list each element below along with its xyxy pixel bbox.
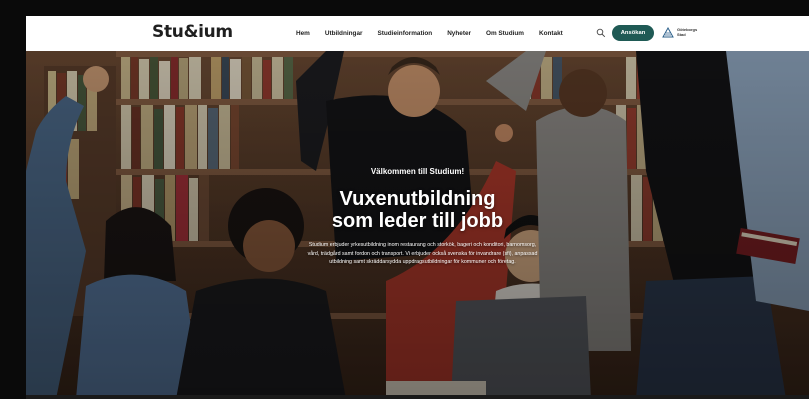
hero-headline-line1: Vuxenutbildning [339,188,496,210]
hero-welcome: Välkommen till Studium! [370,167,465,176]
nav-item-studieinformation[interactable]: Studieinformation [378,30,433,37]
search-icon[interactable] [596,28,606,38]
site-header: Stu&ium Hem Utbildningar Studieinformati… [26,16,809,51]
nav-item-hem[interactable]: Hem [296,30,310,37]
hero-lead: Studium erbjuder yrkesutbildning inom re… [307,242,538,266]
nav-item-nyheter[interactable]: Nyheter [447,30,471,37]
nav-item-kontakt[interactable]: Kontakt [539,30,563,37]
apply-button[interactable]: Ansökan [612,25,654,41]
hero-headline-line2: som leder till jobb [331,210,504,232]
main-nav: Hem Utbildningar Studieinformation Nyhet… [296,16,563,51]
website: Stu&ium Hem Utbildningar Studieinformati… [26,16,809,399]
hero-section: Välkommen till Studium! Vuxenutbildning … [26,51,809,399]
site-logo[interactable]: Stu&ium [152,22,233,42]
nav-item-utbildningar[interactable]: Utbildningar [325,30,363,37]
hero-content: Välkommen till Studium! Vuxenutbildning … [26,51,809,399]
nav-item-om-studium[interactable]: Om Studium [486,30,524,37]
hero-headline: Vuxenutbildning som leder till jobb [26,188,809,232]
goteborg-logo-icon [662,27,674,38]
partner-logo-text: Göteborgs Stad [677,27,698,37]
partner-logo[interactable]: Göteborgs Stad [662,27,701,38]
bottom-bar [26,395,809,399]
